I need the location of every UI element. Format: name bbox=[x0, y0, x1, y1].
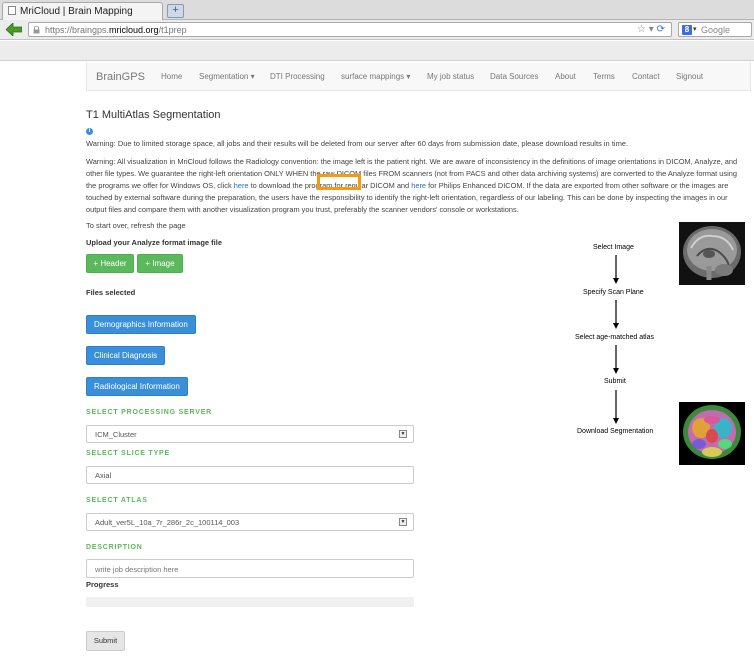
submit-button[interactable]: Submit bbox=[86, 631, 125, 651]
highlight-box bbox=[317, 174, 361, 190]
philips-dicom-link[interactable]: here bbox=[411, 181, 426, 190]
add-image-button[interactable]: + Image bbox=[137, 254, 183, 273]
nav-dti-processing[interactable]: DTI Processing bbox=[270, 72, 325, 81]
nav-home[interactable]: Home bbox=[161, 72, 182, 81]
windows-dicom-link[interactable]: here bbox=[234, 181, 249, 190]
workflow-diagram: Select Image Specify Scan Plane Select a… bbox=[571, 220, 748, 465]
reload-icon[interactable]: ⟳ bbox=[657, 24, 665, 35]
site-navbar: BrainGPS Home Segmentation ▾ DTI Process… bbox=[86, 62, 751, 91]
url-prefix: https://braingps. bbox=[45, 25, 110, 35]
page-icon bbox=[8, 6, 16, 15]
search-box[interactable]: 8 ▾ Google bbox=[678, 22, 752, 37]
workflow-step: Download Segmentation bbox=[577, 428, 654, 435]
workflow-step: Select age-matched atlas bbox=[575, 334, 654, 341]
upload-label: Upload your Analyze format image file bbox=[86, 238, 222, 247]
progress-bar bbox=[86, 597, 414, 607]
atlas-value: Adult_ver5L_10a_7r_286r_2c_100114_003 bbox=[95, 518, 240, 527]
chevron-down-icon[interactable]: ▼ bbox=[399, 430, 407, 438]
url-actions: ☆ ▾ ⟳ bbox=[637, 24, 665, 35]
segmented-brain-image bbox=[679, 402, 745, 465]
radiological-button[interactable]: Radiological Information bbox=[86, 377, 188, 396]
chevron-down-icon[interactable]: ▼ bbox=[399, 518, 407, 526]
tab-title: MriCloud | Brain Mapping bbox=[20, 6, 133, 17]
search-placeholder: Google bbox=[701, 25, 731, 35]
dropdown-icon[interactable]: ▾ bbox=[649, 24, 654, 35]
add-header-button[interactable]: + Header bbox=[86, 254, 134, 273]
down-arrow-icon bbox=[613, 300, 619, 329]
page-title: T1 MultiAtlas Segmentation bbox=[86, 109, 221, 121]
atlas-label: SELECT ATLAS bbox=[86, 497, 148, 504]
server-label: SELECT PROCESSING SERVER bbox=[86, 409, 213, 416]
url-path: /t1prep bbox=[158, 25, 187, 35]
browser-tabstrip: MriCloud | Brain Mapping + bbox=[0, 0, 754, 20]
search-engine-caret-icon[interactable]: ▾ bbox=[693, 25, 697, 33]
files-selected-label: Files selected bbox=[86, 288, 136, 297]
slice-select[interactable]: Axial bbox=[86, 466, 414, 484]
restart-note: To start over, refresh the page bbox=[86, 221, 186, 230]
brand-link[interactable]: BrainGPS bbox=[96, 71, 145, 83]
workflow-step: Select Image bbox=[593, 244, 634, 251]
browser-navbar: https://braingps.mricloud.org/t1prep ☆ ▾… bbox=[0, 20, 754, 40]
nav-terms[interactable]: Terms bbox=[593, 72, 615, 81]
nav-about[interactable]: About bbox=[555, 72, 576, 81]
bookmarks-bar bbox=[0, 41, 754, 61]
back-arrow-icon[interactable] bbox=[6, 23, 22, 36]
nav-data-sources[interactable]: Data Sources bbox=[490, 72, 538, 81]
star-icon[interactable]: ☆ bbox=[637, 24, 646, 35]
storage-warning: Warning: Due to limited storage space, a… bbox=[86, 139, 629, 148]
search-engine-icon[interactable]: 8 bbox=[682, 25, 692, 35]
nav-my-job-status[interactable]: My job status bbox=[427, 72, 474, 81]
url-host: mricloud.org bbox=[109, 25, 159, 35]
slice-label: SELECT SLICE TYPE bbox=[86, 450, 170, 457]
description-input[interactable]: write job description here bbox=[86, 559, 414, 578]
workflow-step: Specify Scan Plane bbox=[583, 289, 644, 296]
slice-value: Axial bbox=[95, 471, 112, 480]
info-icon: i bbox=[86, 128, 93, 135]
progress-label: Progress bbox=[86, 580, 119, 589]
browser-tab[interactable]: MriCloud | Brain Mapping bbox=[2, 2, 163, 20]
new-tab-button[interactable]: + bbox=[167, 4, 184, 18]
demographics-button[interactable]: Demographics Information bbox=[86, 315, 196, 334]
nav-segmentation[interactable]: Segmentation ▾ bbox=[199, 72, 255, 81]
atlas-select[interactable]: Adult_ver5L_10a_7r_286r_2c_100114_003 ▼ bbox=[86, 513, 414, 531]
down-arrow-icon bbox=[613, 345, 619, 374]
down-arrow-icon bbox=[613, 390, 619, 424]
clinical-diagnosis-button[interactable]: Clinical Diagnosis bbox=[86, 346, 166, 365]
nav-surface-mappings[interactable]: surface mappings ▾ bbox=[341, 72, 410, 81]
sagittal-brain-image bbox=[679, 222, 745, 285]
down-arrow-icon bbox=[613, 255, 619, 284]
orientation-warning: Warning: All visualization in MriCloud f… bbox=[86, 156, 748, 216]
nav-signout[interactable]: Signout bbox=[676, 72, 703, 81]
server-select[interactable]: ICM_Cluster ▼ bbox=[86, 425, 414, 443]
nav-contact[interactable]: Contact bbox=[632, 72, 660, 81]
address-bar[interactable]: https://braingps.mricloud.org/t1prep ☆ ▾… bbox=[28, 22, 672, 37]
lock-icon bbox=[33, 26, 40, 34]
server-value: ICM_Cluster bbox=[95, 430, 137, 439]
workflow-step: Submit bbox=[604, 378, 626, 385]
page-content: BrainGPS Home Segmentation ▾ DTI Process… bbox=[0, 62, 754, 661]
description-label: DESCRIPTION bbox=[86, 544, 143, 551]
